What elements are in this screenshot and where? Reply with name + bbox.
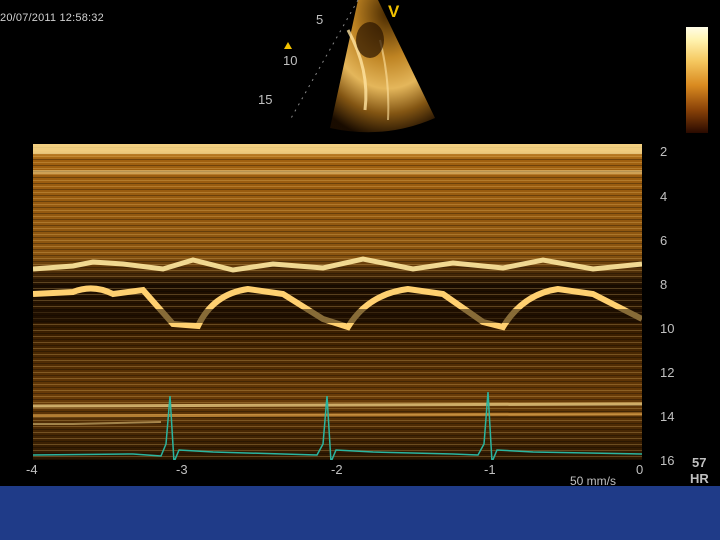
depth-tick-label: 12 [660,365,675,380]
time-tick-label: -4 [26,462,38,477]
sector-depth-label: 5 [316,12,324,27]
time-tick-label: -2 [331,462,343,477]
ultrasound-display: 20/07/2011 12:58:32 V 5 10 15 2 4 6 8 10… [0,0,720,540]
sector-depth-label: 15 [258,92,273,107]
sector-depth-label: 10 [283,53,298,68]
depth-tick-label: 8 [660,277,668,292]
heart-rate-value: 57 [692,455,707,470]
depth-tick-label: 6 [660,233,668,248]
depth-tick-label: 10 [660,321,675,336]
datetime-label: 20/07/2011 12:58:32 [0,12,104,24]
grayscale-colorbar [686,27,708,133]
depth-tick-label: 2 [660,144,668,159]
sector-scan-image [289,0,435,133]
time-tick-label: 0 [636,462,644,477]
bottom-band [0,486,720,540]
sector-orientation-marker [284,42,292,49]
time-tick-label: -1 [484,462,496,477]
mmode-echo-image [33,144,642,460]
time-tick-label: -3 [176,462,188,477]
heart-rate-label: HR [690,471,709,486]
mmode-trace [33,144,642,460]
depth-tick-label: 4 [660,189,668,204]
depth-tick-label: 16 [660,453,675,468]
depth-tick-label: 14 [660,409,675,424]
